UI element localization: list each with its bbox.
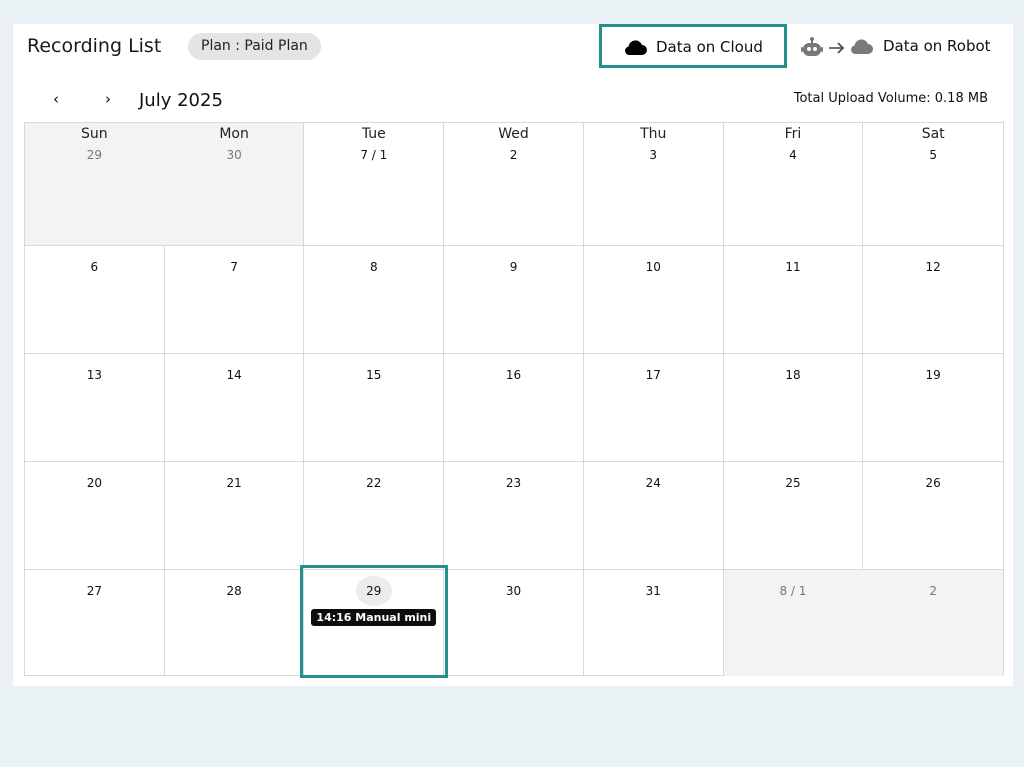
cloud-icon — [623, 39, 647, 59]
day-number: 11 — [785, 260, 801, 274]
calendar-day[interactable]: 16 — [444, 354, 584, 461]
calendar-day[interactable]: 20 — [25, 462, 165, 569]
weekday-header: Wed — [498, 126, 529, 142]
day-number: 6 — [90, 260, 99, 274]
day-number: 23 — [505, 476, 522, 490]
calendar-day[interactable]: 21 — [165, 462, 305, 569]
calendar-week: Sun 29 Mon 30 Tue 7 / 1 Wed 2 Thu 3 Fri … — [25, 123, 1003, 246]
day-number: 29 — [86, 148, 102, 162]
day-number: 5 — [929, 148, 937, 162]
next-month-button[interactable]: › — [105, 90, 121, 110]
day-number: 16 — [505, 368, 522, 382]
calendar-day[interactable]: 2 — [863, 570, 1004, 676]
day-number: 24 — [645, 476, 661, 490]
day-number: 14 — [226, 368, 242, 382]
calendar-week: 13 14 15 16 17 18 19 — [25, 354, 1003, 462]
calendar-day[interactable]: 12 — [863, 246, 1003, 353]
recording-list-panel: Recording List Plan : Paid Plan Data on … — [13, 24, 1013, 686]
cloud-icon — [849, 38, 873, 58]
calendar-day[interactable]: Mon 30 — [164, 123, 305, 245]
day-number: 8 / 1 — [779, 584, 807, 598]
day-number: 25 — [785, 476, 801, 490]
calendar-day[interactable]: 19 — [863, 354, 1003, 461]
calendar-day-selected[interactable]: 29 14:16 Manual mini — [304, 570, 445, 676]
calendar-week: 6 7 8 9 10 11 12 — [25, 246, 1003, 354]
calendar-day[interactable]: 9 — [444, 246, 584, 353]
calendar-day[interactable]: 24 — [584, 462, 724, 569]
weekday-header: Sun — [81, 126, 108, 142]
calendar-day[interactable]: Tue 7 / 1 — [304, 123, 445, 245]
calendar-day[interactable]: 15 — [304, 354, 445, 461]
calendar-week: 27 28 29 14:16 Manual mini 30 31 8 / 1 2 — [25, 570, 1004, 676]
calendar-week: 20 21 22 23 24 25 26 — [25, 462, 1003, 570]
day-number: 7 / 1 — [360, 148, 388, 162]
month-calendar: Sun 29 Mon 30 Tue 7 / 1 Wed 2 Thu 3 Fri … — [24, 122, 1004, 676]
day-number: 17 — [645, 368, 661, 382]
arrow-right-icon — [828, 40, 846, 59]
day-number: 22 — [366, 476, 382, 490]
calendar-day[interactable]: Sat 5 — [863, 123, 1003, 245]
day-number: 9 — [509, 260, 518, 274]
weekday-header: Fri — [784, 126, 802, 142]
calendar-day[interactable]: 17 — [584, 354, 724, 461]
day-number: 12 — [925, 260, 941, 274]
page-title: Recording List — [27, 35, 162, 57]
weekday-header: Sat — [921, 126, 945, 142]
day-number: 7 — [230, 260, 238, 274]
calendar-day[interactable]: 13 — [25, 354, 165, 461]
previous-month-button[interactable]: ‹ — [53, 90, 69, 110]
calendar-day[interactable]: 30 — [444, 570, 584, 676]
day-number: 27 — [86, 584, 102, 598]
robot-icon — [801, 37, 823, 61]
recording-event[interactable]: 14:16 Manual mini — [311, 609, 437, 626]
calendar-day[interactable]: 6 — [25, 246, 165, 353]
calendar-day[interactable]: Fri 4 — [724, 123, 864, 245]
day-number: 8 — [369, 260, 378, 274]
calendar-day[interactable]: 8 / 1 — [723, 570, 864, 676]
calendar-day[interactable]: 22 — [304, 462, 445, 569]
data-on-cloud-label: Data on Cloud — [656, 38, 763, 56]
day-number: 26 — [925, 476, 941, 490]
day-number: 2 — [929, 584, 937, 598]
data-on-robot-label: Data on Robot — [883, 37, 991, 55]
calendar-day[interactable]: 28 — [165, 570, 305, 676]
calendar-day[interactable]: 7 — [165, 246, 305, 353]
day-number: 2 — [509, 148, 518, 162]
day-number: 15 — [366, 368, 382, 382]
day-number: 31 — [645, 584, 661, 598]
weekday-header: Thu — [640, 126, 667, 142]
calendar-day[interactable]: 14 — [165, 354, 305, 461]
data-on-robot-button[interactable]: Data on Robot — [799, 34, 1009, 60]
calendar-day[interactable]: Sun 29 — [25, 123, 165, 245]
calendar-day[interactable]: 25 — [724, 462, 864, 569]
calendar-day[interactable]: 18 — [724, 354, 864, 461]
day-number: 3 — [649, 148, 658, 162]
day-number: 29 — [355, 576, 392, 606]
total-upload-volume: Total Upload Volume: 0.18 MB — [793, 91, 988, 106]
calendar-day[interactable]: Wed 2 — [444, 123, 584, 245]
day-number: 4 — [789, 148, 797, 162]
calendar-day[interactable]: 27 — [25, 570, 165, 676]
calendar-day[interactable]: 26 — [863, 462, 1003, 569]
data-on-cloud-button[interactable]: Data on Cloud — [599, 24, 787, 68]
day-number: 20 — [86, 476, 102, 490]
day-number: 30 — [505, 584, 522, 598]
day-number: 30 — [226, 148, 242, 162]
calendar-day[interactable]: 31 — [584, 570, 724, 676]
day-number: 18 — [785, 368, 801, 382]
current-month-label: July 2025 — [139, 90, 223, 111]
calendar-day[interactable]: Thu 3 — [584, 123, 724, 245]
calendar-day[interactable]: 11 — [724, 246, 864, 353]
day-number: 28 — [226, 584, 242, 598]
day-number: 10 — [645, 260, 661, 274]
day-number: 19 — [925, 368, 941, 382]
calendar-day[interactable]: 8 — [304, 246, 445, 353]
calendar-day[interactable]: 23 — [444, 462, 584, 569]
weekday-header: Tue — [361, 126, 386, 142]
calendar-day[interactable]: 10 — [584, 246, 724, 353]
plan-badge: Plan : Paid Plan — [188, 33, 321, 60]
weekday-header: Mon — [219, 126, 249, 142]
day-number: 13 — [86, 368, 102, 382]
day-number: 21 — [226, 476, 242, 490]
